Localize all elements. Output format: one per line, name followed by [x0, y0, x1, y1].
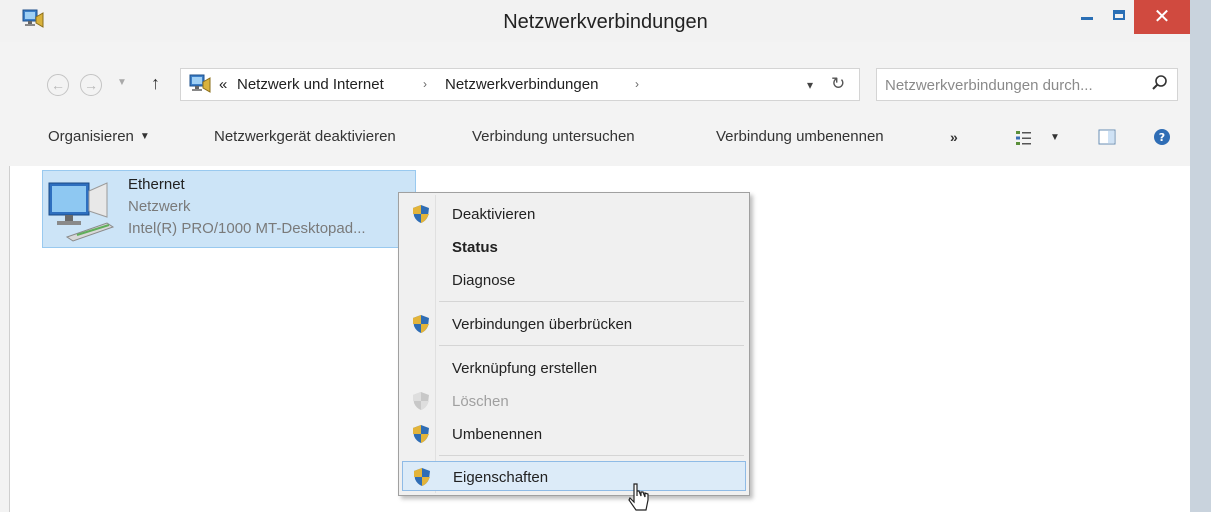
menu-item-label: Deaktivieren: [452, 206, 536, 223]
breadcrumb-separator[interactable]: ›: [635, 77, 639, 91]
breadcrumb-netzwerkverbindungen[interactable]: Netzwerkverbindungen: [445, 76, 598, 93]
title-bar[interactable]: Netzwerkverbindungen ✕: [0, 0, 1211, 42]
breadcrumb-separator[interactable]: ›: [423, 77, 427, 91]
menu-item-label: Verknüpfung erstellen: [452, 360, 598, 377]
menu-item-label: Diagnose: [452, 272, 516, 289]
address-bar[interactable]: « Netzwerk und Internet › Netzwerkverbin…: [180, 68, 860, 101]
refresh-icon[interactable]: ↻: [831, 74, 845, 94]
menu-item-create-shortcut[interactable]: Verknüpfung erstellen: [402, 353, 746, 383]
menu-item-properties[interactable]: Eigenschaften: [402, 461, 746, 491]
menu-item-label: Verbindungen überbrücken: [452, 316, 633, 333]
svg-text:?: ?: [1159, 131, 1165, 144]
context-menu: Deaktivieren Status Diagnose Verbindunge…: [398, 192, 750, 496]
arrow-right-icon: →: [84, 77, 98, 93]
network-connections-icon: [189, 74, 211, 93]
shield-icon: [414, 468, 430, 486]
help-icon[interactable]: ?: [1153, 128, 1171, 146]
disable-device-button[interactable]: Netzwerkgerät deaktivieren: [214, 128, 396, 145]
menu-item-rename[interactable]: Umbenennen: [402, 419, 746, 449]
menu-item-label: Status: [452, 239, 498, 256]
shield-icon: [413, 392, 429, 410]
recent-locations-dropdown[interactable]: ▼: [117, 77, 127, 88]
organize-label: Organisieren: [48, 128, 134, 145]
change-view-dropdown[interactable]: ▼: [1050, 132, 1060, 143]
menu-item-deactivate[interactable]: Deaktivieren: [402, 199, 746, 229]
back-button[interactable]: ←: [47, 74, 69, 96]
close-icon: ✕: [1153, 6, 1171, 28]
rename-connection-button[interactable]: Verbindung umbenennen: [716, 128, 884, 145]
menu-item-status[interactable]: Status: [402, 232, 746, 262]
up-button[interactable]: ↑: [151, 73, 160, 94]
shield-icon: [413, 425, 429, 443]
command-bar: Organisieren ▼ Netzwerkgerät deaktivieren…: [0, 110, 1190, 166]
arrow-left-icon: ←: [51, 77, 65, 93]
address-history-dropdown[interactable]: ▾: [807, 78, 813, 92]
menu-item-label: Löschen: [452, 393, 509, 410]
window-border: [1190, 0, 1211, 512]
shield-icon: [413, 315, 429, 333]
maximize-icon: [1113, 10, 1125, 20]
menu-item-label: Eigenschaften: [453, 469, 549, 486]
breadcrumb-overflow[interactable]: «: [219, 76, 227, 93]
connection-item-ethernet[interactable]: Ethernet Netzwerk Intel(R) PRO/1000 MT-D…: [42, 170, 416, 248]
minimize-icon: [1081, 16, 1093, 20]
diagnose-connection-button[interactable]: Verbindung untersuchen: [472, 128, 635, 145]
menu-separator: [439, 345, 744, 346]
search-box[interactable]: [876, 68, 1178, 101]
network-connections-icon: [22, 9, 44, 28]
change-view-icon[interactable]: [1015, 129, 1033, 147]
menu-item-delete: Löschen: [402, 386, 746, 416]
menu-item-bridge-connections[interactable]: Verbindungen überbrücken: [402, 309, 746, 339]
connection-device: Intel(R) PRO/1000 MT-Desktopad...: [128, 220, 366, 237]
menu-separator: [439, 455, 744, 456]
mouse-cursor-icon: [628, 483, 649, 511]
window-title: Netzwerkverbindungen: [503, 11, 708, 33]
organize-button[interactable]: Organisieren ▼: [48, 128, 150, 145]
search-input[interactable]: [885, 75, 1135, 95]
forward-button[interactable]: →: [80, 74, 102, 96]
shield-icon: [413, 205, 429, 223]
address-row: ← → ▼ ↑ « Netzwerk und Internet › Netzwe…: [0, 62, 1190, 106]
menu-item-label: Umbenennen: [452, 426, 543, 443]
chevron-down-icon: ▼: [139, 131, 150, 142]
close-button[interactable]: ✕: [1134, 0, 1190, 34]
menu-item-diagnose[interactable]: Diagnose: [402, 265, 746, 295]
connection-name: Ethernet: [128, 176, 185, 193]
more-commands-button[interactable]: »: [950, 129, 958, 145]
explorer-window: Netzwerkverbindungen ✕ ← → ▼ ↑ « Netzwer…: [0, 0, 1211, 512]
connection-type: Netzwerk: [128, 198, 191, 215]
menu-separator: [439, 301, 744, 302]
preview-pane-icon[interactable]: [1098, 128, 1116, 146]
breadcrumb-netzwerk-und-internet[interactable]: Netzwerk und Internet: [237, 76, 384, 93]
search-icon[interactable]: [1151, 74, 1169, 92]
ethernet-adapter-icon: [48, 182, 115, 242]
